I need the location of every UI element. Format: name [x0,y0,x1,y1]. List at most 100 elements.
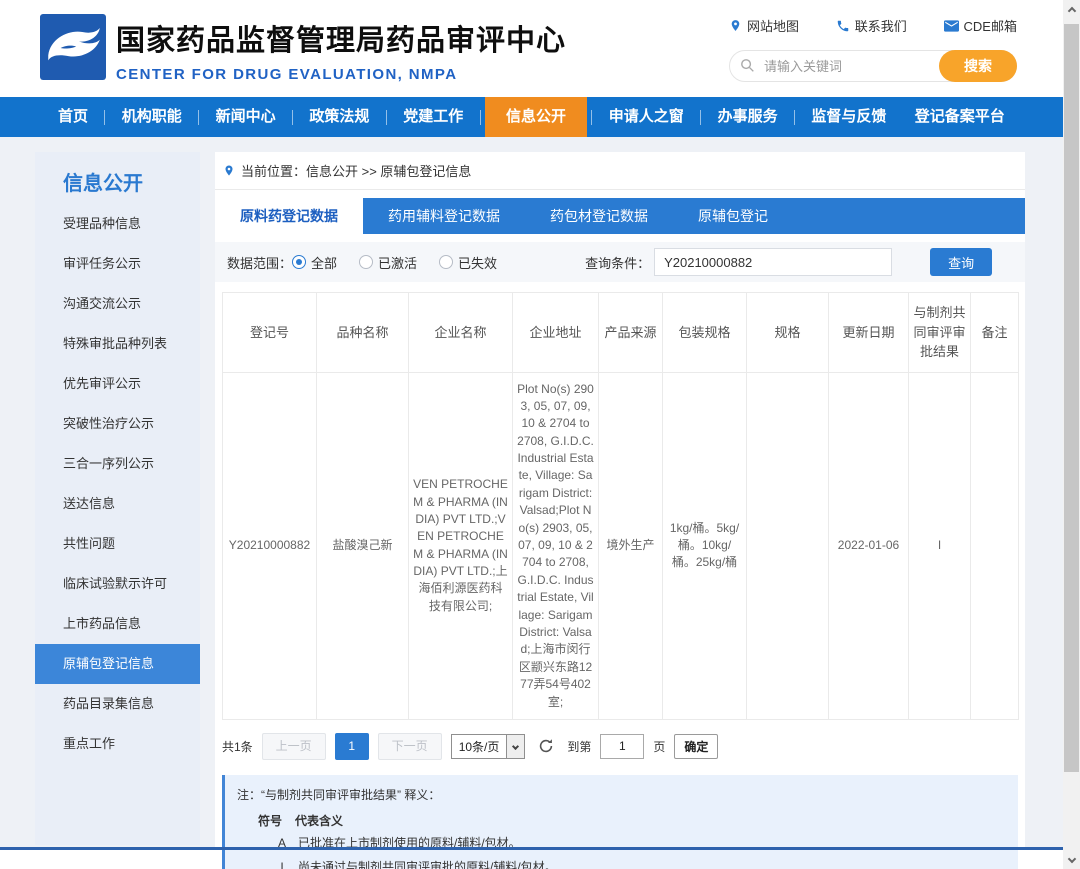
nav-separator [480,110,481,125]
top-links: 网站地图 联系我们 CDE邮箱 [729,16,1017,35]
radio-option-activated: 已激活 [359,253,417,272]
mail-icon [944,20,959,32]
sidebar-item-raw-material-registration[interactable]: 原辅包登记信息 [35,644,200,684]
nav-separator [386,110,387,125]
col-spec: 规格 [747,293,829,373]
cell-product-source: 境外生产 [599,372,663,719]
current-page-button[interactable]: 1 [335,733,369,760]
sidebar-item-key-work[interactable]: 重点工作 [35,724,200,764]
confirm-button[interactable]: 确定 [674,734,718,759]
nav-item-services[interactable]: 办事服务 [706,97,790,137]
scroll-down-icon[interactable] [1063,850,1080,867]
footer-divider [0,847,1063,850]
sidebar-item-priority-review[interactable]: 优先审评公示 [35,364,200,404]
sidebar-item-review-tasks[interactable]: 审评任务公示 [35,244,200,284]
sidebar-item-communication[interactable]: 沟通交流公示 [35,284,200,324]
cde-logo [40,14,106,80]
scrollbar-thumb[interactable] [1064,24,1079,772]
prev-page-button[interactable]: 上一页 [262,733,326,760]
nav-item-party[interactable]: 党建工作 [391,97,475,137]
col-variety-name: 品种名称 [317,293,409,373]
note-symbol-header: 符号 [258,812,282,829]
radio-activated-label: 已激活 [378,253,417,272]
table-header-row: 登记号 品种名称 企业名称 企业地址 产品来源 包装规格 规格 更新日期 与制剂… [223,293,1019,373]
goto-unit: 页 [653,738,665,755]
pagination-total: 共1条 [222,738,253,755]
tab-raw-aux-pack[interactable]: 原辅包登记 [673,198,793,234]
col-joint-review-result: 与制剂共同审评审批结果 [909,293,971,373]
query-input[interactable] [654,248,892,276]
sidebar-item-common-issues[interactable]: 共性问题 [35,524,200,564]
goto-page-input[interactable] [600,734,644,759]
sidebar-item-delivery-info[interactable]: 送达信息 [35,484,200,524]
col-company-address: 企业地址 [513,293,599,373]
cell-registration-no: Y20210000882 [223,372,317,719]
sidebar-item-accepted-varieties[interactable]: 受理品种信息 [35,204,200,244]
note-row-i: I 尚未通过与制剂共同审评审批的原料/辅料/包材。 [266,855,1006,869]
page-size-select[interactable]: 10条/页 [451,734,526,759]
cell-update-date: 2022-01-06 [829,372,909,719]
cde-mail-link[interactable]: CDE邮箱 [944,16,1017,35]
sidebar-item-marketed-drugs[interactable]: 上市药品信息 [35,604,200,644]
site-header: 国家药品监督管理局药品审评中心 CENTER FOR DRUG EVALUATI… [0,0,1063,97]
search-icon [740,58,755,78]
filter-bar: 数据范围： 全部 已激活 已失效 查询条件： 查询 [215,242,1025,282]
tab-api-registration[interactable]: 原料药登记数据 [215,198,363,234]
breadcrumb: 当前位置：信息公开 >> 原辅包登记信息 [215,152,1025,190]
site-subtitle: CENTER FOR DRUG EVALUATION, NMPA [116,66,566,83]
nav-item-functions[interactable]: 机构职能 [110,97,194,137]
sidebar-item-special-approval[interactable]: 特殊审批品种列表 [35,324,200,364]
location-pin-icon [729,18,742,33]
sidebar-menu: 受理品种信息 审评任务公示 沟通交流公示 特殊审批品种列表 优先审评公示 突破性… [35,204,200,764]
radio-option-expired: 已失效 [439,253,497,272]
note-meaning-header: 代表含义 [295,812,343,829]
pagination: 共1条 上一页 1 下一页 10条/页 到第 页 确定 [222,733,1018,760]
col-registration-no: 登记号 [223,293,317,373]
cell-variety-name: 盐酸溴己新 [317,372,409,719]
tab-packaging-registration[interactable]: 药包材登记数据 [525,198,673,234]
nav-item-supervision[interactable]: 监督与反馈 [799,97,898,137]
nav-item-home[interactable]: 首页 [46,97,100,137]
site-title: 国家药品监督管理局药品审评中心 [116,17,566,59]
radio-activated[interactable] [359,255,373,269]
sitemap-link-label: 网站地图 [747,16,799,35]
cell-remarks [971,372,1019,719]
sitemap-link[interactable]: 网站地图 [729,16,799,35]
refresh-icon[interactable] [538,738,554,754]
nav-item-news[interactable]: 新闻中心 [204,97,288,137]
query-button[interactable]: 查询 [930,248,992,276]
sidebar-item-breakthrough-therapy[interactable]: 突破性治疗公示 [35,404,200,444]
nav-item-applicant[interactable]: 申请人之窗 [597,97,696,137]
radio-expired-label: 已失效 [458,253,497,272]
search-button[interactable]: 搜索 [939,50,1017,82]
nav-separator [591,110,592,125]
sidebar-item-three-in-one[interactable]: 三合一序列公示 [35,444,200,484]
scroll-up-icon[interactable] [1063,2,1080,19]
note-symbol: I [266,855,298,869]
nav-separator [292,110,293,125]
note-meaning: 已批准在上市制剂使用的原料/辅料/包材。 [298,831,521,855]
sidebar-item-clinical-trial-license[interactable]: 临床试验默示许可 [35,564,200,604]
cell-company-address: Plot No(s) 2903, 05, 07, 09, 10 & 2704 t… [513,372,599,719]
contact-link-label: 联系我们 [855,16,907,35]
nav-item-info-disclosure[interactable]: 信息公开 [485,97,587,137]
nav-item-registration-platform[interactable]: 登记备案平台 [903,97,1017,137]
nav-separator [104,110,105,125]
vertical-scrollbar [1063,0,1080,869]
phone-icon [836,19,850,33]
contact-link[interactable]: 联系我们 [836,16,907,35]
goto-label: 到第 [567,738,591,755]
col-packaging-spec: 包装规格 [663,293,747,373]
radio-option-all: 全部 [292,253,337,272]
cell-joint-review-result: I [909,372,971,719]
tab-excipient-registration[interactable]: 药用辅料登记数据 [363,198,525,234]
radio-all[interactable] [292,255,306,269]
chevron-down-icon [506,735,524,758]
radio-expired[interactable] [439,255,453,269]
sidebar-item-drug-catalog[interactable]: 药品目录集信息 [35,684,200,724]
nav-item-policy[interactable]: 政策法规 [297,97,381,137]
cell-spec [747,372,829,719]
main-nav: 首页 机构职能 新闻中心 政策法规 党建工作 信息公开 申请人之窗 办事服务 监… [0,97,1063,137]
next-page-button[interactable]: 下一页 [378,733,442,760]
site-title-block: 国家药品监督管理局药品审评中心 CENTER FOR DRUG EVALUATI… [116,17,566,83]
